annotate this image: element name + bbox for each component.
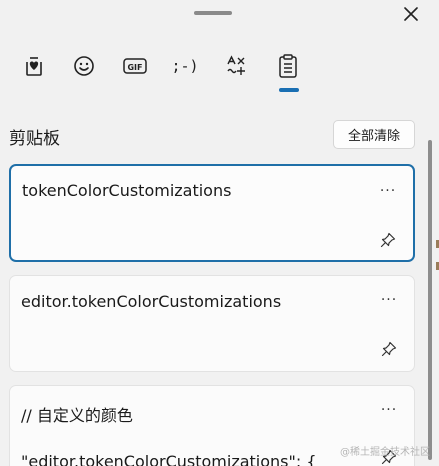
gif-icon: GIF: [123, 58, 147, 74]
more-options-button[interactable]: ···: [378, 292, 400, 308]
clipboard-icon: [279, 54, 297, 78]
kaomoji-icon: ;-): [171, 57, 199, 75]
category-tabs: GIF ;-): [0, 48, 439, 96]
tab-kaomoji[interactable]: ;-): [167, 48, 203, 84]
drag-handle[interactable]: [194, 11, 232, 15]
clipboard-item-text-line2: "editor.tokenColorCustomizations": {: [21, 452, 317, 466]
clipboard-panel: GIF ;-) 剪贴板 全部清除 tokenColorCustomization…: [0, 0, 439, 466]
clipboard-item-text: // 自定义的颜色: [21, 406, 133, 425]
emoji-smiley-icon: [74, 56, 94, 76]
clipboard-title: 剪贴板: [9, 129, 60, 149]
close-button[interactable]: [399, 2, 423, 26]
more-options-button[interactable]: ···: [378, 402, 400, 418]
pin-button[interactable]: [377, 229, 399, 251]
pin-button[interactable]: [378, 338, 400, 360]
tab-gif[interactable]: GIF: [117, 48, 153, 84]
clipboard-item[interactable]: editor.tokenColorCustomizations ···: [9, 275, 415, 372]
pin-icon: [381, 341, 397, 357]
more-options-button[interactable]: ···: [377, 183, 399, 199]
pin-icon: [380, 232, 396, 248]
clipboard-item[interactable]: tokenColorCustomizations ···: [9, 164, 415, 262]
clipboard-item-text: tokenColorCustomizations: [22, 181, 232, 200]
symbols-icon: [227, 55, 245, 75]
close-icon: [404, 7, 418, 21]
gif-label: GIF: [127, 63, 142, 72]
tab-favorites[interactable]: [16, 48, 52, 84]
vertical-scrollbar[interactable]: [428, 140, 432, 460]
watermark: @稀土掘金技术社区: [340, 447, 430, 458]
selected-tab-indicator: [279, 88, 299, 92]
clear-all-button[interactable]: 全部清除: [333, 120, 415, 149]
tab-symbols[interactable]: [218, 48, 254, 84]
tab-clipboard[interactable]: [270, 48, 306, 84]
tab-emoji[interactable]: [66, 48, 102, 84]
clipboard-item-text: editor.tokenColorCustomizations: [21, 292, 282, 311]
favorites-heart-icon: [26, 57, 42, 76]
